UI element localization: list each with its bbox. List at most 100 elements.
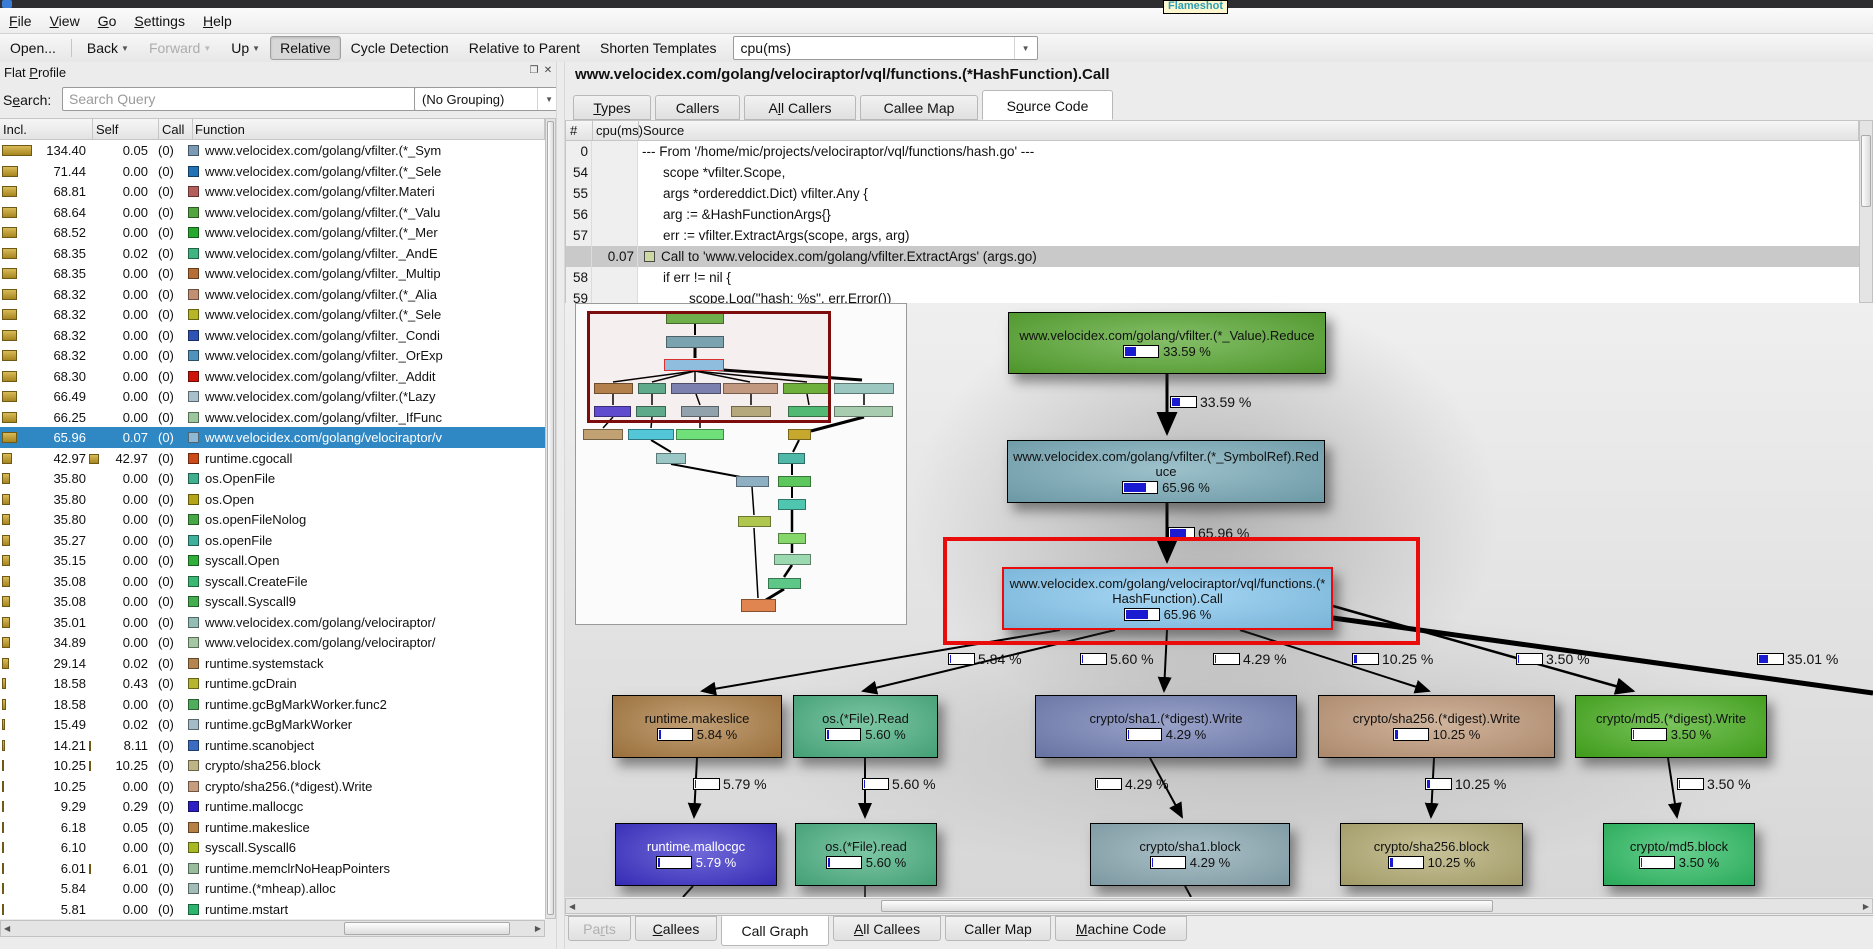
source-line[interactable]: 54scope *vfilter.Scope, bbox=[566, 162, 1859, 183]
table-row[interactable]: 68.640.00(0)www.velocidex.com/golang/vfi… bbox=[0, 202, 545, 223]
table-row[interactable]: 35.800.00(0)os.openFileNolog bbox=[0, 509, 545, 530]
graph-node-md5-block[interactable]: crypto/md5.block3.50 % bbox=[1603, 823, 1755, 886]
table-row[interactable]: 29.140.02(0)runtime.systemstack bbox=[0, 653, 545, 674]
table-row[interactable]: 134.400.05(0)www.velocidex.com/golang/vf… bbox=[0, 140, 545, 161]
flat-profile-hscrollbar[interactable]: ◀ ▶ bbox=[0, 920, 545, 937]
table-row[interactable]: 68.350.00(0)www.velocidex.com/golang/vfi… bbox=[0, 263, 545, 284]
table-row[interactable]: 9.290.29(0)runtime.mallocgc bbox=[0, 796, 545, 817]
table-row[interactable]: 6.016.01(0)runtime.memclrNoHeapPointers bbox=[0, 858, 545, 879]
grouping-select[interactable]: (No Grouping)▼ bbox=[414, 87, 561, 111]
panel-splitter[interactable] bbox=[556, 62, 565, 949]
table-row[interactable]: 65.960.07(0)www.velocidex.com/golang/vel… bbox=[0, 427, 545, 448]
table-row[interactable]: 68.300.00(0)www.velocidex.com/golang/vfi… bbox=[0, 366, 545, 387]
relative-to-parent-button[interactable]: Relative to Parent bbox=[459, 36, 590, 60]
relative-toggle[interactable]: Relative bbox=[270, 36, 341, 60]
dock-float-icon[interactable]: ❐ bbox=[528, 65, 540, 77]
table-row[interactable]: 18.580.43(0)runtime.gcDrain bbox=[0, 673, 545, 694]
flat-profile-vscrollbar[interactable] bbox=[545, 118, 556, 919]
source-vscrollbar[interactable] bbox=[1859, 120, 1873, 303]
graph-minimap[interactable] bbox=[575, 303, 907, 625]
table-row[interactable]: 68.320.00(0)www.velocidex.com/golang/vfi… bbox=[0, 304, 545, 325]
table-row[interactable]: 35.080.00(0)syscall.CreateFile bbox=[0, 571, 545, 592]
table-row[interactable]: 35.270.00(0)os.openFile bbox=[0, 530, 545, 551]
source-line[interactable]: 0.07Call to 'www.velocidex.com/golang/vf… bbox=[566, 246, 1859, 267]
table-row[interactable]: 68.320.00(0)www.velocidex.com/golang/vfi… bbox=[0, 345, 545, 366]
graph-node-sha1-write[interactable]: crypto/sha1.(*digest).Write4.29 % bbox=[1035, 695, 1297, 758]
table-row[interactable]: 68.350.02(0)www.velocidex.com/golang/vfi… bbox=[0, 243, 545, 264]
table-row[interactable]: 68.520.00(0)www.velocidex.com/golang/vfi… bbox=[0, 222, 545, 243]
tab-types[interactable]: Types bbox=[573, 95, 651, 120]
table-row[interactable]: 35.080.00(0)syscall.Syscall9 bbox=[0, 591, 545, 612]
table-row[interactable]: 5.810.00(0)runtime.mstart bbox=[0, 899, 545, 920]
tab-all-callers[interactable]: All Callers bbox=[744, 95, 856, 120]
graph-node-sha256-write[interactable]: crypto/sha256.(*digest).Write10.25 % bbox=[1318, 695, 1555, 758]
source-line[interactable]: 57err := vfilter.ExtractArgs(scope, args… bbox=[566, 225, 1859, 246]
table-row[interactable]: 10.250.00(0)crypto/sha256.(*digest).Writ… bbox=[0, 776, 545, 797]
back-button[interactable]: Back▼ bbox=[77, 36, 139, 60]
tab-caller-map[interactable]: Caller Map bbox=[945, 916, 1051, 941]
scroll-right-icon[interactable]: ▶ bbox=[1863, 902, 1869, 911]
table-row[interactable]: 35.800.00(0)os.Open bbox=[0, 489, 545, 510]
menu-file[interactable]: File bbox=[0, 10, 41, 32]
tab-all-callees[interactable]: All Callees bbox=[833, 916, 941, 941]
scroll-left-icon[interactable]: ◀ bbox=[569, 902, 575, 911]
table-row[interactable]: 71.440.00(0)www.velocidex.com/golang/vfi… bbox=[0, 161, 545, 182]
source-line[interactable]: 0--- From '/home/mic/projects/velocirapt… bbox=[566, 141, 1859, 162]
table-row[interactable]: 68.320.00(0)www.velocidex.com/golang/vfi… bbox=[0, 284, 545, 305]
scroll-right-icon[interactable]: ▶ bbox=[535, 924, 541, 933]
table-row[interactable]: 6.100.00(0)syscall.Syscall6 bbox=[0, 837, 545, 858]
table-row[interactable]: 66.250.00(0)www.velocidex.com/golang/vfi… bbox=[0, 407, 545, 428]
source-line[interactable]: 55args *ordereddict.Dict) vfilter.Any { bbox=[566, 183, 1859, 204]
table-row[interactable]: 35.800.00(0)os.OpenFile bbox=[0, 468, 545, 489]
graph-node-sha1-block[interactable]: crypto/sha1.block4.29 % bbox=[1090, 823, 1290, 886]
tab-source-code[interactable]: Source Code bbox=[982, 90, 1113, 120]
table-row[interactable]: 42.9742.97(0)runtime.cgocall bbox=[0, 448, 545, 469]
table-row[interactable]: 6.180.05(0)runtime.makeslice bbox=[0, 817, 545, 838]
table-row[interactable]: 35.010.00(0)www.velocidex.com/golang/vel… bbox=[0, 612, 545, 633]
menu-settings[interactable]: Settings bbox=[125, 10, 194, 32]
table-row[interactable]: 35.150.00(0)syscall.Open bbox=[0, 550, 545, 571]
source-header[interactable]: # cpu(ms) Source bbox=[565, 120, 1859, 141]
menu-go[interactable]: Go bbox=[89, 10, 126, 32]
column-cpu[interactable]: cpu(ms) bbox=[596, 123, 643, 138]
graph-node-makeslice[interactable]: runtime.makeslice5.84 % bbox=[612, 695, 782, 758]
tab-callers[interactable]: Callers bbox=[655, 95, 740, 120]
table-row[interactable]: 68.810.00(0)www.velocidex.com/golang/vfi… bbox=[0, 181, 545, 202]
table-row[interactable]: 66.490.00(0)www.velocidex.com/golang/vfi… bbox=[0, 386, 545, 407]
tab-call-graph[interactable]: Call Graph bbox=[721, 916, 829, 946]
cycle-detection-button[interactable]: Cycle Detection bbox=[341, 36, 459, 60]
up-button[interactable]: Up▼ bbox=[221, 36, 270, 60]
call-graph-view[interactable]: www.velocidex.com/golang/vfilter.(*_Valu… bbox=[565, 303, 1873, 897]
table-row[interactable]: 34.890.00(0)www.velocidex.com/golang/vel… bbox=[0, 632, 545, 653]
graph-node-file-read[interactable]: os.(*File).read5.60 % bbox=[795, 823, 937, 886]
graph-hscrollbar[interactable]: ◀ ▶ bbox=[565, 898, 1873, 914]
tab-machine-code[interactable]: Machine Code bbox=[1055, 916, 1187, 941]
source-line[interactable]: 58if err != nil { bbox=[566, 267, 1859, 288]
column-function[interactable]: Function bbox=[195, 122, 245, 137]
column-line[interactable]: # bbox=[570, 123, 577, 138]
shorten-templates-button[interactable]: Shorten Templates bbox=[590, 36, 726, 60]
graph-node-mallocgc[interactable]: runtime.mallocgc5.79 % bbox=[615, 823, 777, 886]
column-call[interactable]: Call bbox=[162, 122, 184, 137]
table-row[interactable]: 68.320.00(0)www.velocidex.com/golang/vfi… bbox=[0, 325, 545, 346]
graph-node-sha256-block[interactable]: crypto/sha256.block10.25 % bbox=[1340, 823, 1523, 886]
table-row[interactable]: 18.580.00(0)runtime.gcBgMarkWorker.func2 bbox=[0, 694, 545, 715]
tab-callee-map[interactable]: Callee Map bbox=[860, 95, 978, 120]
graph-node-value-reduce[interactable]: www.velocidex.com/golang/vfilter.(*_Valu… bbox=[1008, 312, 1326, 374]
tab-callees[interactable]: Callees bbox=[635, 916, 717, 941]
forward-button[interactable]: Forward▼ bbox=[139, 36, 221, 60]
column-source[interactable]: Source bbox=[643, 123, 684, 138]
graph-node-md5-write[interactable]: crypto/md5.(*digest).Write3.50 % bbox=[1575, 695, 1767, 758]
graph-node-file-read-up[interactable]: os.(*File).Read5.60 % bbox=[793, 695, 938, 758]
source-line[interactable]: 56arg := &HashFunctionArgs{} bbox=[566, 204, 1859, 225]
open-button[interactable]: Open... bbox=[0, 36, 66, 60]
table-row[interactable]: 5.840.00(0)runtime.(*mheap).alloc bbox=[0, 878, 545, 899]
scroll-left-icon[interactable]: ◀ bbox=[4, 924, 10, 933]
source-line[interactable]: 59scope.Log("hash: %s", err.Error()) bbox=[566, 288, 1859, 303]
menu-view[interactable]: View bbox=[41, 10, 89, 32]
graph-node-symbolref-reduce[interactable]: www.velocidex.com/golang/vfilter.(*_Symb… bbox=[1007, 440, 1325, 503]
column-self[interactable]: Self bbox=[96, 122, 118, 137]
dock-close-icon[interactable]: ✕ bbox=[542, 65, 554, 77]
table-row[interactable]: 15.490.02(0)runtime.gcBgMarkWorker bbox=[0, 714, 545, 735]
flat-profile-header[interactable]: Incl. Self Call Function bbox=[0, 118, 545, 140]
